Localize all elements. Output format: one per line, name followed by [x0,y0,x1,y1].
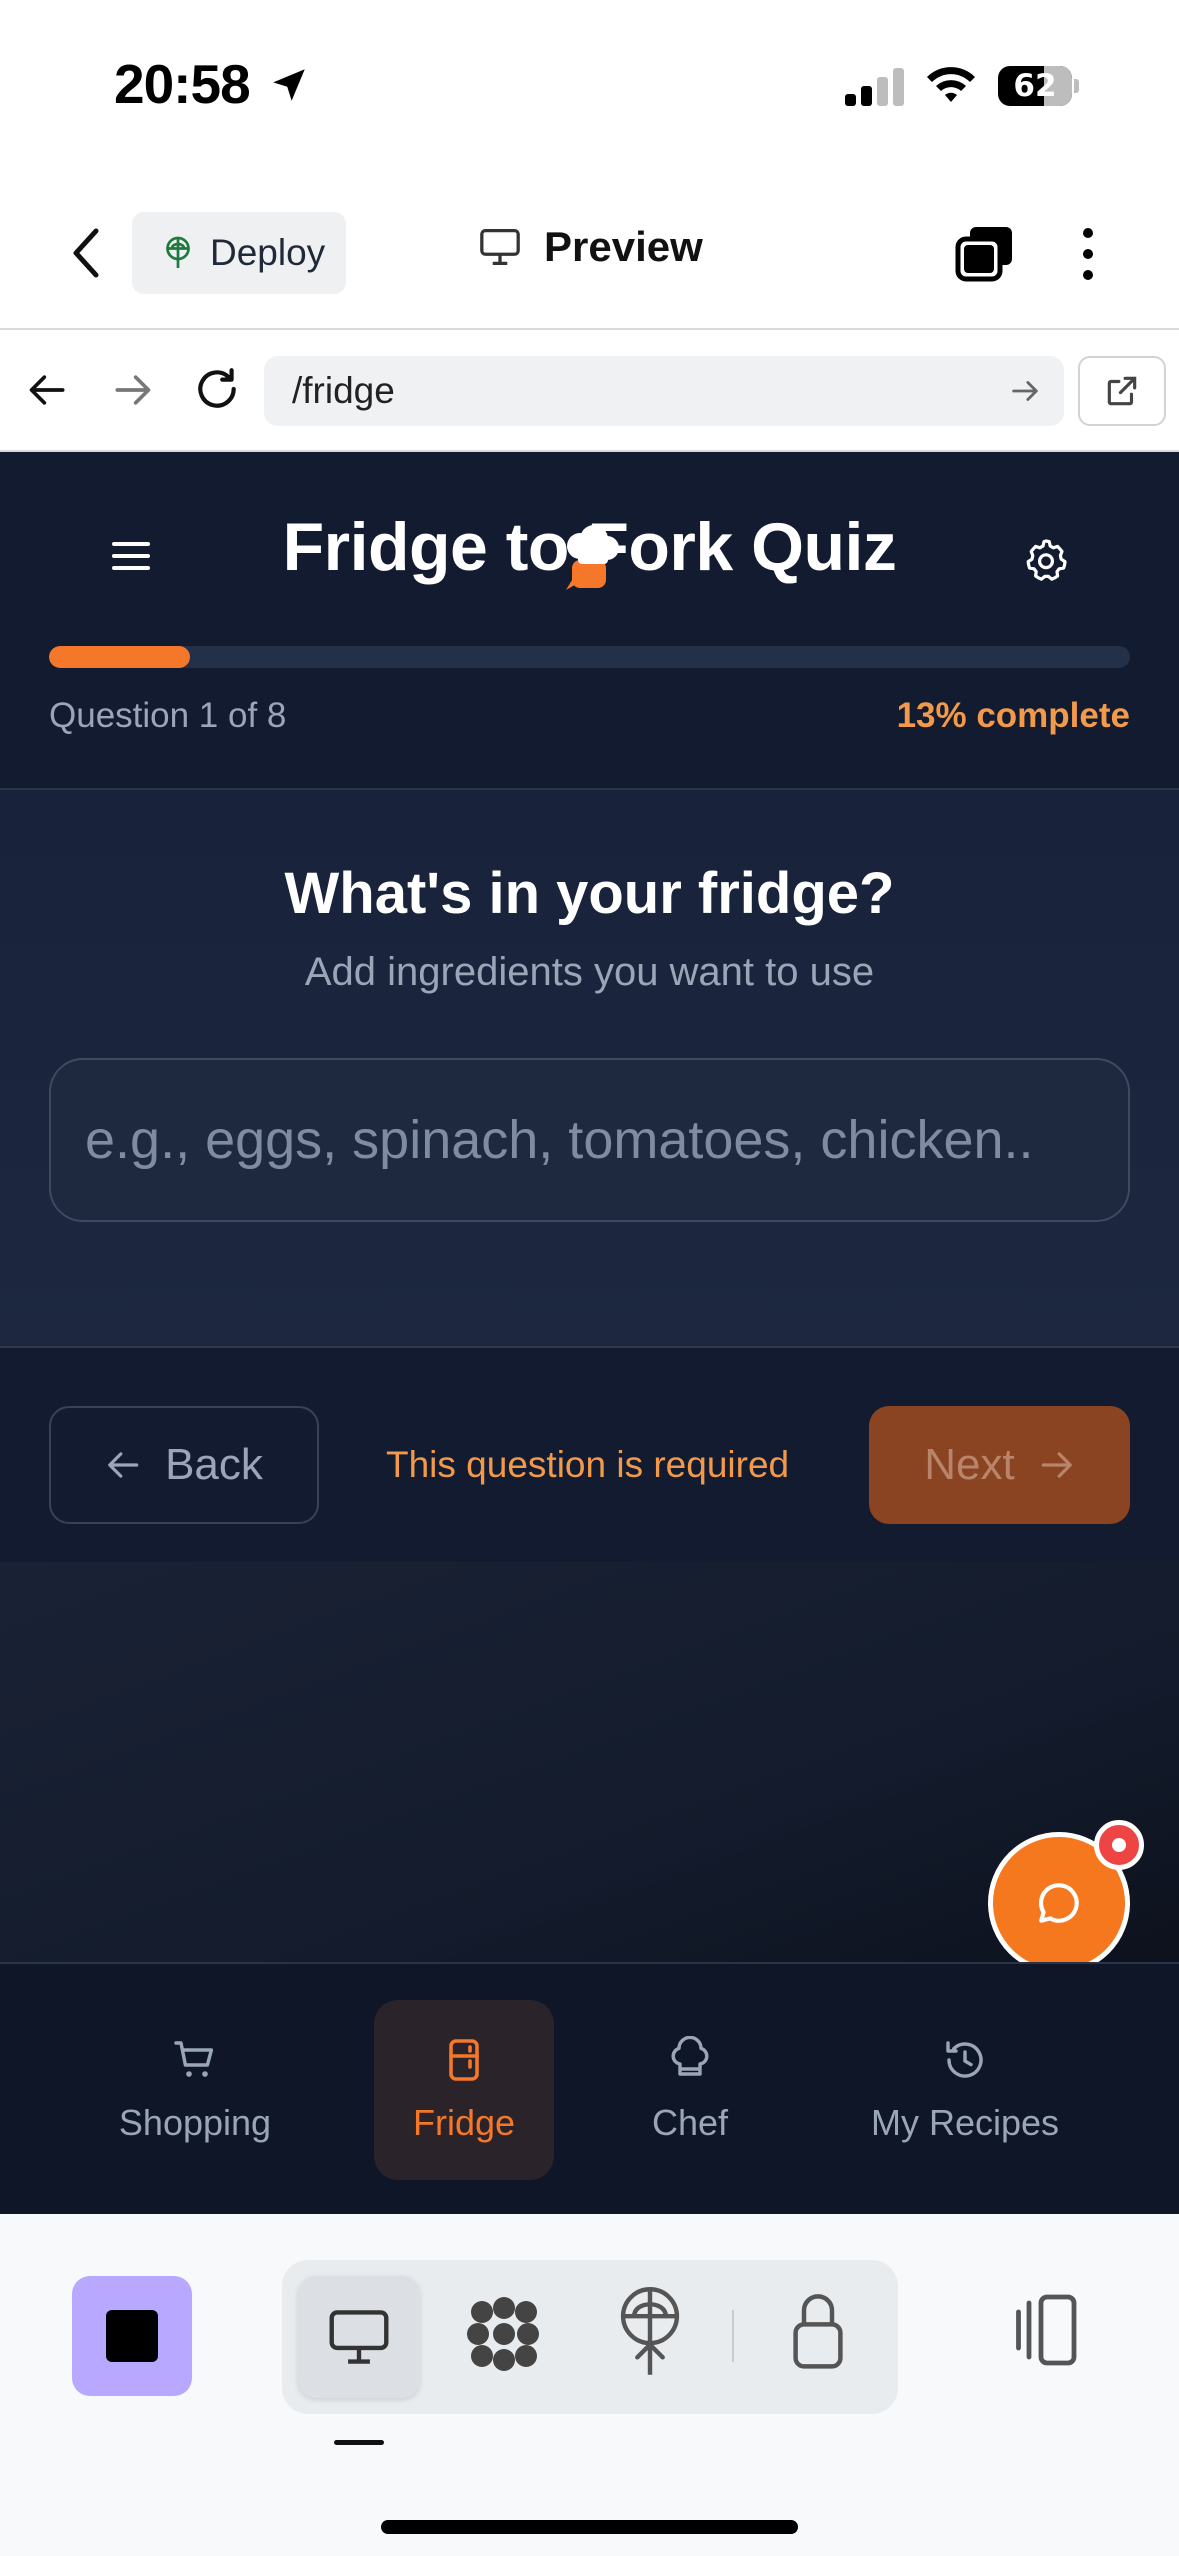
quiz-header: Fridge to Fork Quiz Question 1 of 8 13% … [0,452,1179,790]
arrow-right-icon[interactable] [110,368,154,412]
back-chevron-icon[interactable] [66,225,106,281]
nav-item-my-recipes[interactable]: My Recipes [840,2000,1090,2180]
notification-badge [1094,1820,1144,1870]
preview-label: Preview [544,223,703,270]
chat-bubble-icon [1038,1883,1079,1923]
go-arrow-icon[interactable] [1008,374,1042,408]
chef-hat-icon [671,2036,709,2076]
next-button[interactable]: Next [869,1406,1130,1524]
back-button[interactable]: Back [49,1406,319,1524]
preview-tab[interactable]: Preview [478,223,703,271]
nav-label: Chef [651,2102,729,2143]
next-label: Next [924,1440,1015,1489]
required-message: This question is required [386,1444,790,1485]
stop-button[interactable] [72,2276,192,2396]
question-counter: Question 1 of 8 [49,696,287,735]
back-label: Back [165,1440,263,1489]
arrow-right-icon [1041,1452,1072,1478]
chef-hat-logo-icon [566,525,619,590]
preview-mode-button[interactable] [298,2276,420,2398]
question-card: What's in your fridge? Add ingredients y… [0,790,1179,1348]
monitor-icon [480,228,520,265]
bottom-navigation: Shopping Fridge Chef My Recipes [0,1962,1179,2214]
tabs-icon[interactable] [954,225,1016,283]
ingredients-input[interactable] [49,1058,1130,1222]
quiz-action-bar: Back This question is required Next [0,1348,1179,1562]
browser-toolbar [0,2214,1179,2556]
gear-icon[interactable] [1022,536,1070,584]
url-field[interactable]: /fridge [264,356,1064,426]
nav-label: My Recipes [870,2102,1060,2143]
browser-url-bar: /fridge [0,330,1179,452]
status-time: 20:58 [114,53,251,115]
more-options-icon[interactable] [1076,225,1100,283]
monitor-icon [329,2310,389,2364]
arrow-left-icon[interactable] [26,368,70,412]
nav-item-fridge[interactable]: Fridge [374,2000,554,2180]
status-bar: 20:58 62 [0,0,1179,175]
question-subtitle: Add ingredients you want to use [304,950,875,994]
open-external-button[interactable] [1078,356,1166,426]
nav-label: Shopping [118,2102,272,2143]
deploy-icon[interactable] [612,2284,688,2380]
deploy-icon [166,236,190,268]
percent-complete: 13% complete [896,696,1130,735]
lock-icon[interactable] [790,2288,846,2372]
stop-square-icon [106,2310,158,2362]
app-top-bar: Deploy Preview [0,175,1179,330]
active-mode-indicator [334,2440,384,2445]
replit-logo-icon[interactable] [458,2288,548,2378]
location-arrow-icon [273,69,305,101]
app-viewport: Fridge to Fork Quiz Question 1 of 8 13% … [0,452,1179,2214]
split-view-icon[interactable] [1010,2288,1084,2372]
battery-indicator: 62 [998,66,1079,106]
quiz-progress-fill [49,646,190,668]
deploy-label: Deploy [210,232,326,273]
wifi-icon [927,67,975,102]
url-text: /fridge [292,370,395,411]
nav-label: Fridge [412,2102,516,2143]
cart-icon [174,2041,214,2077]
battery-level: 62 [1013,68,1057,104]
arrow-left-icon [108,1452,139,1478]
reload-icon[interactable] [192,364,242,414]
home-indicator[interactable] [381,2520,798,2534]
fridge-icon [449,2039,479,2081]
question-title: What's in your fridge? [284,861,895,926]
deploy-button[interactable]: Deploy [132,212,346,294]
nav-item-chef[interactable]: Chef [600,2000,780,2180]
external-link-icon [1107,376,1137,406]
toolbar-divider [732,2310,734,2362]
quiz-progress-bar [49,646,1130,668]
history-icon [946,2041,983,2078]
cellular-signal-icon [845,68,904,106]
nav-item-shopping[interactable]: Shopping [90,2000,300,2180]
